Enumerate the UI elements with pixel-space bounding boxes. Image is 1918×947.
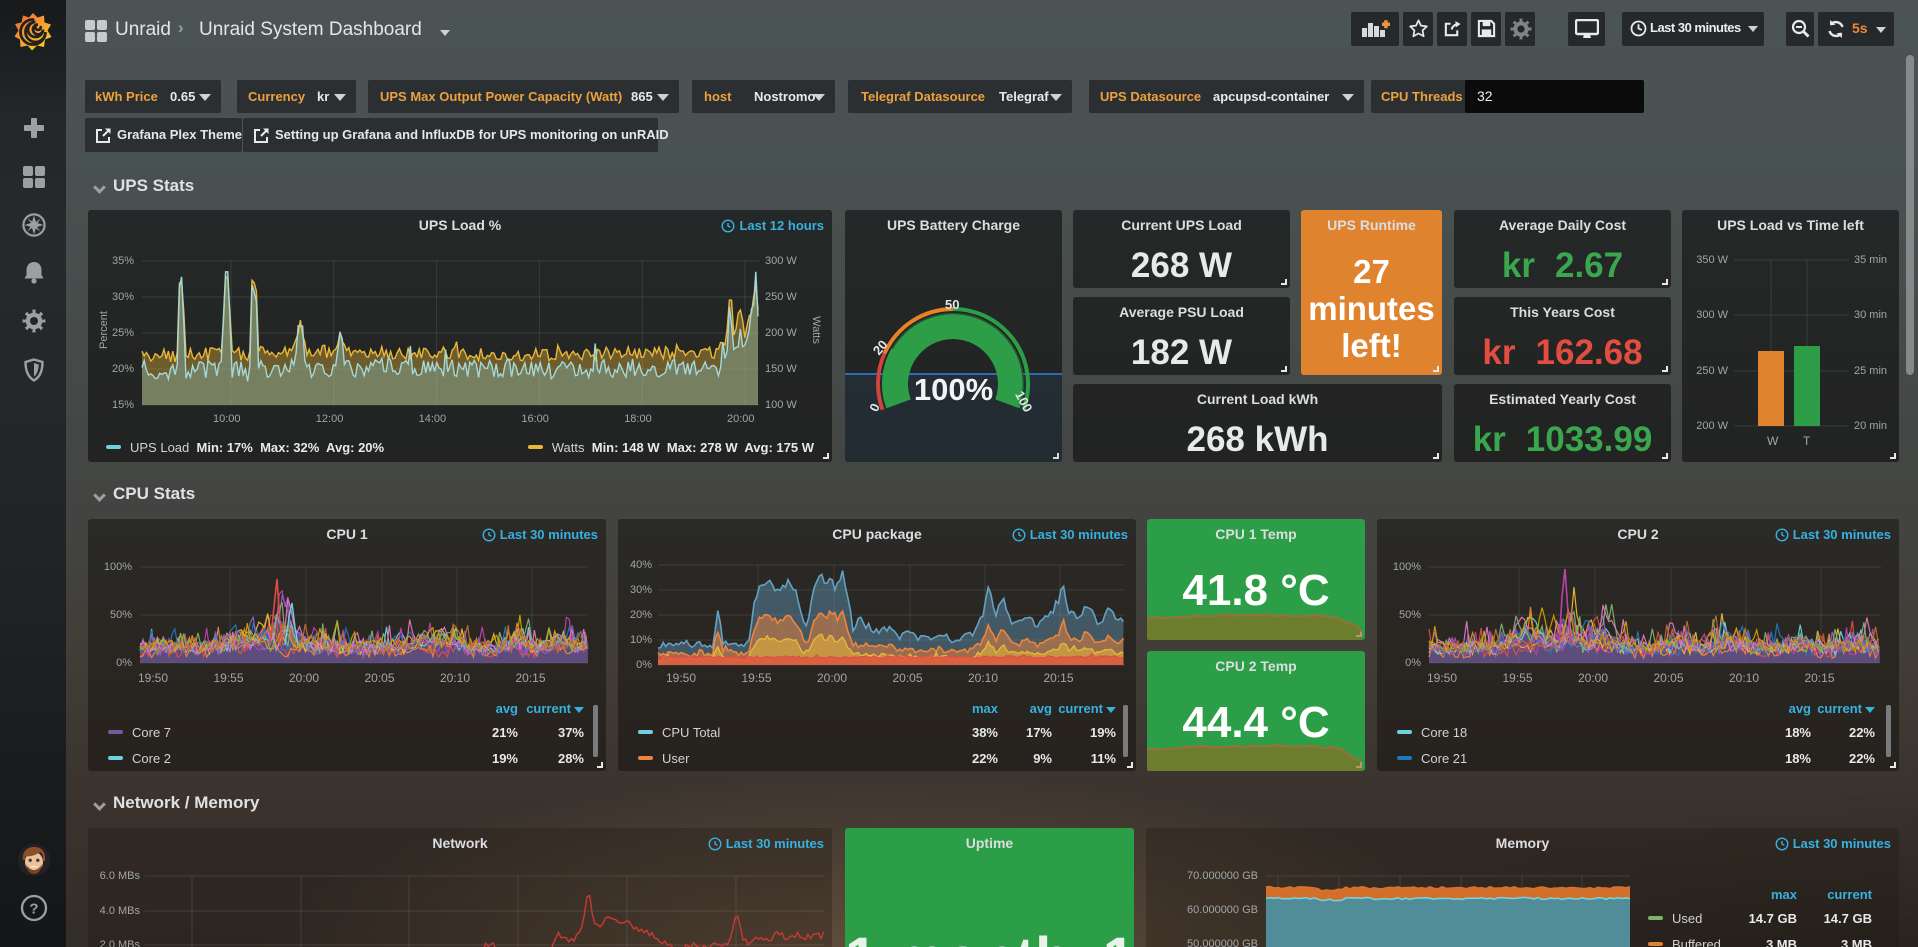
svg-text:?: ? (29, 901, 38, 918)
